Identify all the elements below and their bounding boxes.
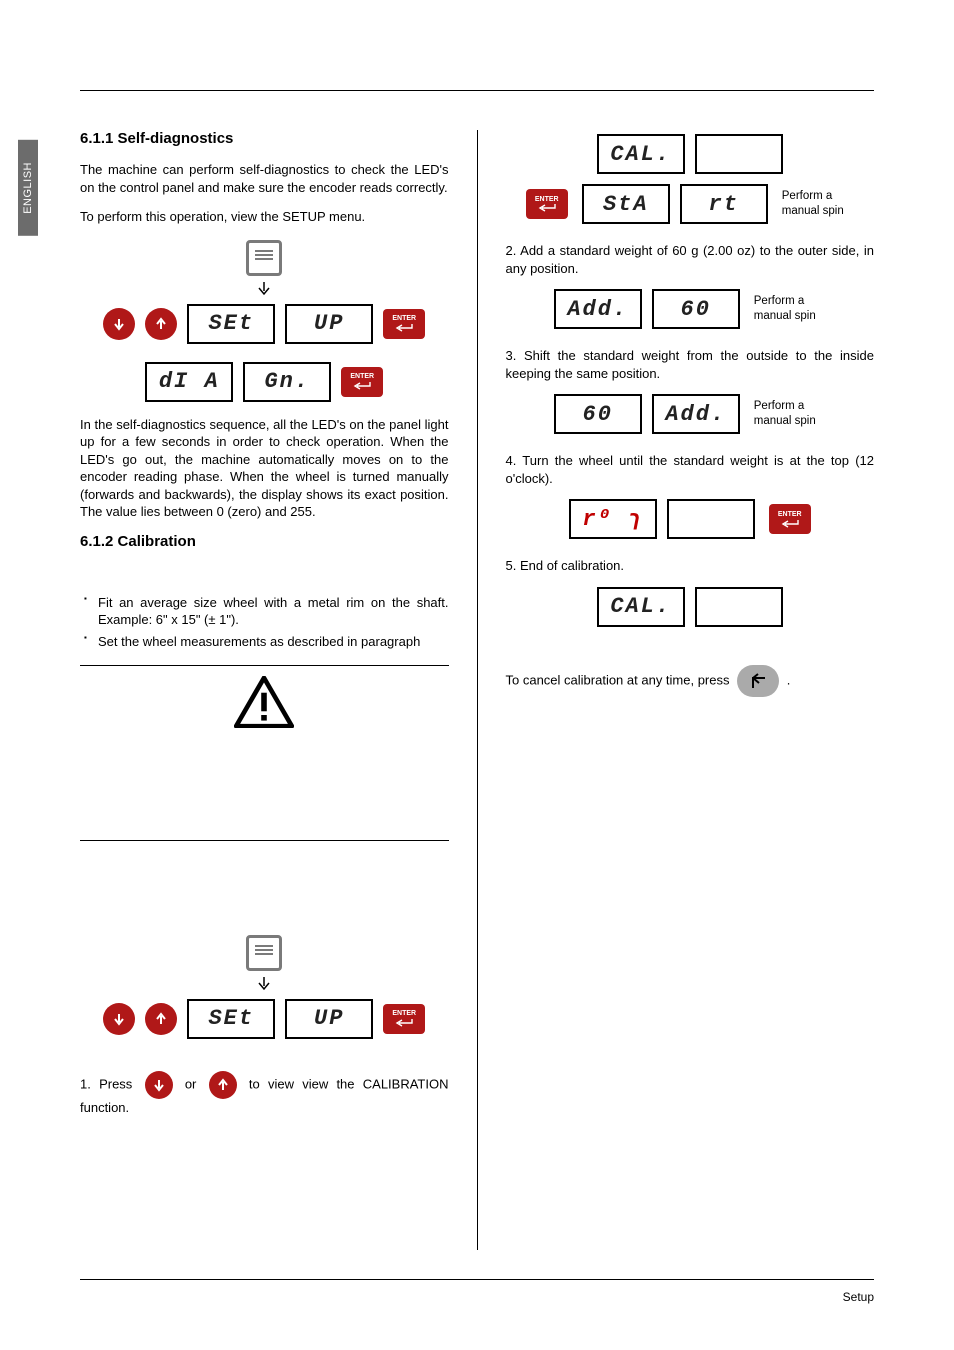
display-dia: dI A [145,362,233,402]
warning-icon [234,676,294,728]
display-60: 60 [554,394,642,434]
step-1-or: or [185,1076,197,1091]
menu-icon [246,935,282,971]
setup-nav-diagram-1: SEt UP ENTER dI A Gn. ENTER [80,240,449,402]
step-5-text: 5. End of calibration. [506,557,875,575]
cancel-suffix: . [787,672,791,687]
enter-button[interactable]: ENTER [526,189,568,219]
self-diag-intro-1: The machine can perform self-diagnostics… [80,161,449,196]
display-cal-end-row: CAL. [506,587,875,627]
spin-note: Perform a manual spin [782,189,854,219]
enter-button[interactable]: ENTER [383,1004,425,1034]
step-1: 1. Press or to view view the CALIBRATION… [80,1071,449,1117]
step-2-text: 2. Add a standard weight of 60 g (2.00 o… [506,242,875,277]
prereq-wheel: Fit an average size wheel with a metal r… [80,594,449,629]
display-ro-row: r⁰ ɿ ENTER [506,499,875,539]
display-up: UP [285,304,373,344]
step-4-text: 4. Turn the wheel until the standard wei… [506,452,875,487]
cancel-text: To cancel calibration at any time, press… [506,665,875,697]
cancel-prefix: To cancel calibration at any time, press [506,672,730,687]
down-arrow-icon [257,977,271,991]
step-1-prefix: 1. Press [80,1076,132,1091]
display-set: SEt [187,999,275,1039]
down-button[interactable] [145,1071,173,1099]
up-button[interactable] [145,1003,177,1035]
display-blank [667,499,755,539]
spin-note: Perform a manual spin [754,294,826,324]
cancel-button[interactable] [737,665,779,697]
heading-self-diagnostics: 6.1.1 Self-diagnostics [80,130,449,147]
display-ro: r⁰ ɿ [569,499,657,539]
left-column: 6.1.1 Self-diagnostics The machine can p… [80,130,449,1250]
warning-rule-bottom [80,840,449,841]
enter-button[interactable]: ENTER [383,309,425,339]
display-cal-row: CAL. [506,134,875,174]
heading-calibration: 6.1.2 Calibration [80,533,449,550]
display-sta: StA [582,184,670,224]
display-up: UP [285,999,373,1039]
self-diag-desc: In the self-diagnostics sequence, all th… [80,416,449,521]
self-diag-intro-2: To perform this operation, view the SETU… [80,208,449,226]
display-set: SEt [187,304,275,344]
display-blank [695,134,783,174]
language-tab: ENGLISH [18,140,38,236]
warning-rule-top [80,665,449,666]
spin-note: Perform a manual spin [754,399,826,429]
footer-label: Setup [843,1290,874,1304]
display-add-60-row: Add. 60 Perform a manual spin [506,289,875,329]
up-button[interactable] [209,1071,237,1099]
setup-nav-diagram-2: SEt UP ENTER [80,935,449,1039]
column-divider [477,130,478,1250]
page-bottom-rule [80,1279,874,1280]
page-top-rule [80,90,874,91]
down-button[interactable] [103,1003,135,1035]
up-button[interactable] [145,308,177,340]
right-column: CAL. ENTER StA rt Perform a manual spin … [506,130,875,1250]
enter-button[interactable]: ENTER [769,504,811,534]
display-60: 60 [652,289,740,329]
display-60-add-row: 60 Add. Perform a manual spin [506,394,875,434]
menu-icon [246,240,282,276]
display-cal: CAL. [597,587,685,627]
content-area: 6.1.1 Self-diagnostics The machine can p… [80,130,874,1250]
display-add: Add. [554,289,642,329]
enter-button[interactable]: ENTER [341,367,383,397]
display-sta-rt-row: ENTER StA rt Perform a manual spin [506,184,875,224]
display-add: Add. [652,394,740,434]
display-blank [695,587,783,627]
calibration-prereq-list: Fit an average size wheel with a metal r… [80,594,449,651]
display-gn: Gn. [243,362,331,402]
down-button[interactable] [103,308,135,340]
prereq-measurements: Set the wheel measurements as described … [80,633,449,651]
display-rt: rt [680,184,768,224]
step-3-text: 3. Shift the standard weight from the ou… [506,347,875,382]
display-cal: CAL. [597,134,685,174]
down-arrow-icon [257,282,271,296]
step-1-suffix: to view view the CALIBRATION function. [80,1076,448,1115]
